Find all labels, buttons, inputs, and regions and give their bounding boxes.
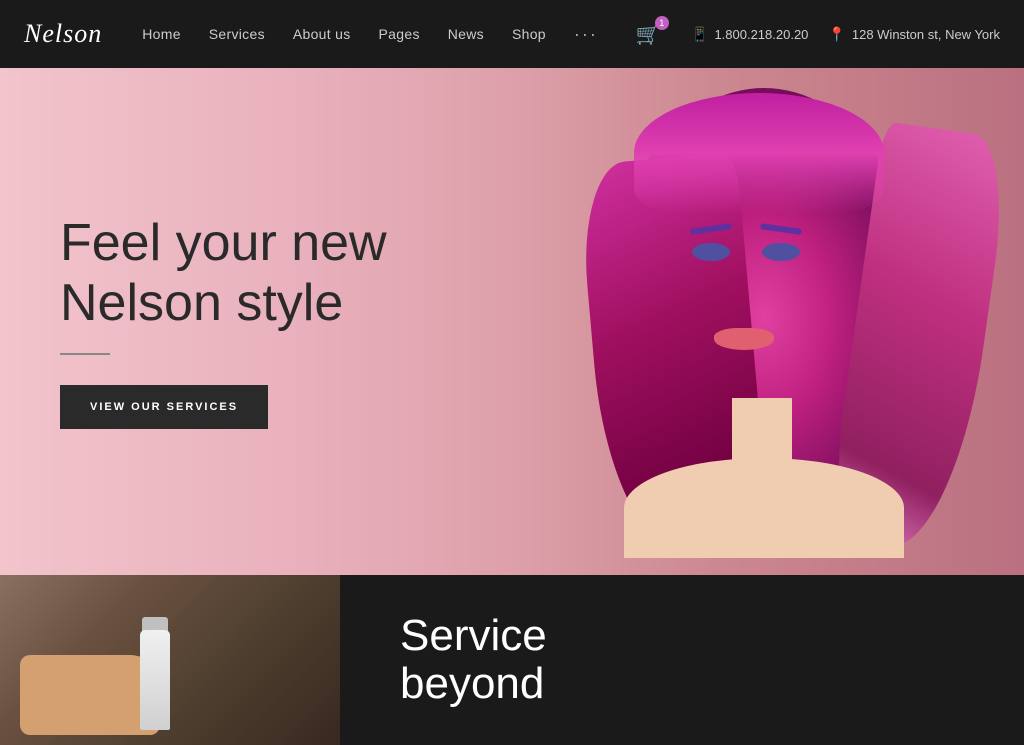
hero-cta-button[interactable]: VIEW OUR SERVICES xyxy=(60,385,268,429)
nav-pages[interactable]: Pages xyxy=(379,26,420,42)
brand-logo[interactable]: Nelson xyxy=(24,19,102,49)
address-text: 128 Winston st, New York xyxy=(852,27,1000,42)
bottle-shape xyxy=(140,630,170,730)
nail-bg xyxy=(0,575,340,745)
hand-shape xyxy=(20,655,160,735)
phone-icon: 📱 xyxy=(691,26,708,43)
contact-info: 📱 1.800.218.20.20 📍 128 Winston st, New … xyxy=(691,26,1000,43)
model-face xyxy=(584,98,964,558)
hair-top xyxy=(634,93,884,213)
below-hero-section: Service beyond xyxy=(0,575,1024,745)
nav-news[interactable]: News xyxy=(448,26,484,42)
hero-divider xyxy=(60,353,110,355)
address-item: 📍 128 Winston st, New York xyxy=(828,26,1000,43)
location-icon: 📍 xyxy=(828,26,845,43)
nav-shop[interactable]: Shop xyxy=(512,26,546,42)
hero-title-line1: Feel your new xyxy=(60,214,387,272)
lips xyxy=(714,328,774,350)
hero-model-image xyxy=(464,68,1024,575)
eye-right xyxy=(762,243,800,261)
shoulder xyxy=(624,458,904,558)
cart-button[interactable]: 🛒 1 xyxy=(636,22,661,47)
hero-section: Feel your new Nelson style VIEW OUR SERV… xyxy=(0,68,1024,575)
service-text: Service beyond xyxy=(340,575,1024,745)
cart-badge: 1 xyxy=(655,16,669,30)
hero-title-line2: Nelson style xyxy=(60,274,343,332)
nav-more[interactable]: ··· xyxy=(574,24,598,45)
service-image xyxy=(0,575,340,745)
nav-about[interactable]: About us xyxy=(293,26,351,42)
phone-item: 📱 1.800.218.20.20 xyxy=(691,26,808,43)
nail-hands xyxy=(20,615,200,735)
hero-title: Feel your new Nelson style xyxy=(60,214,387,334)
nav-services[interactable]: Services xyxy=(209,26,265,42)
service-title-line2: beyond xyxy=(400,659,544,708)
phone-number: 1.800.218.20.20 xyxy=(714,27,808,42)
nav-home[interactable]: Home xyxy=(142,26,181,42)
service-title: Service beyond xyxy=(400,612,547,709)
nav-links: Home Services About us Pages News Shop ·… xyxy=(142,22,691,47)
navbar: Nelson Home Services About us Pages News… xyxy=(0,0,1024,68)
hero-content: Feel your new Nelson style VIEW OUR SERV… xyxy=(0,214,447,430)
eye-left xyxy=(692,243,730,261)
service-title-line1: Service xyxy=(400,611,547,660)
